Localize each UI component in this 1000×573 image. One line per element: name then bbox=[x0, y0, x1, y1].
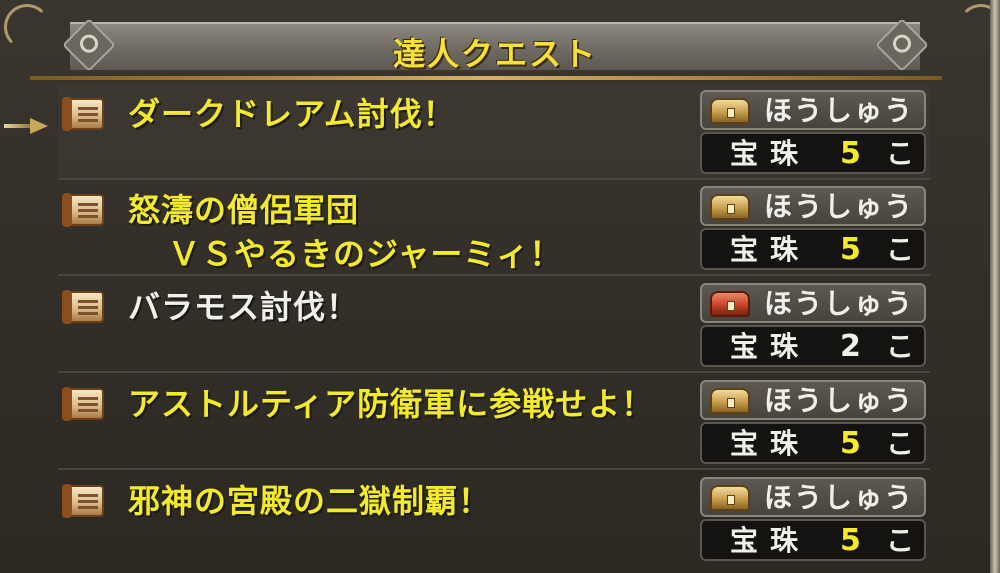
reward-item: 宝珠 bbox=[730, 330, 811, 363]
quest-scroll-icon bbox=[62, 193, 104, 227]
reward-unit: こ bbox=[886, 524, 915, 557]
reward-header: ほうしゅう bbox=[700, 186, 926, 226]
quest-title: バラモス討伐！ bbox=[128, 285, 688, 329]
red-treasure-chest-icon bbox=[710, 291, 750, 317]
reward-count: 5 bbox=[840, 523, 861, 558]
treasure-chest-icon bbox=[710, 485, 750, 511]
quest-scroll-icon bbox=[62, 290, 104, 324]
quest-title-line1: 怒濤の僧侶軍団 bbox=[128, 191, 360, 229]
reward-panel: ほうしゅう 宝珠 5 こ bbox=[700, 380, 926, 464]
treasure-chest-icon bbox=[710, 194, 750, 220]
reward-body: 宝珠 5 こ bbox=[700, 228, 926, 270]
reward-header: ほうしゅう bbox=[700, 90, 926, 130]
corner-ornament-left bbox=[4, 4, 50, 50]
reward-label: ほうしゅう bbox=[764, 94, 915, 127]
reward-panel: ほうしゅう 宝珠 2 こ bbox=[700, 283, 926, 367]
quest-row[interactable]: ダークドレアム討伐！ ほうしゅう 宝珠 5 こ bbox=[58, 84, 930, 180]
window-title: 達人クエスト bbox=[392, 35, 597, 73]
reward-unit: こ bbox=[886, 137, 915, 170]
quest-window: 達人クエスト ダークドレアム討伐！ ほうしゅう 宝珠 5 こ 怒濤の僧侶軍団 Ｖ… bbox=[0, 0, 1000, 573]
reward-panel: ほうしゅう 宝珠 5 こ bbox=[700, 90, 926, 174]
quest-title-line1: ダークドレアム討伐！ bbox=[128, 95, 456, 133]
reward-count: 5 bbox=[840, 426, 861, 461]
reward-count: 5 bbox=[840, 232, 861, 267]
reward-header: ほうしゅう bbox=[700, 380, 926, 420]
treasure-chest-icon bbox=[710, 388, 750, 414]
quest-title-line1: バラモス討伐！ bbox=[128, 288, 360, 326]
reward-item: 宝珠 bbox=[730, 524, 811, 557]
reward-body: 宝珠 5 こ bbox=[700, 132, 926, 174]
quest-title-line2: ＶＳやるきのジャーミィ！ bbox=[168, 235, 563, 273]
quest-title: 邪神の宮殿の二獄制覇！ bbox=[128, 479, 688, 523]
reward-item: 宝珠 bbox=[730, 137, 811, 170]
reward-count: 5 bbox=[840, 136, 861, 171]
reward-label: ほうしゅう bbox=[764, 481, 915, 514]
reward-header: ほうしゅう bbox=[700, 477, 926, 517]
quest-title: アストルティア防衛軍に参戦せよ！ bbox=[128, 382, 688, 426]
quest-row[interactable]: アストルティア防衛軍に参戦せよ！ ほうしゅう 宝珠 5 こ bbox=[58, 374, 930, 470]
reward-count: 2 bbox=[840, 329, 861, 364]
reward-body: 宝珠 5 こ bbox=[700, 422, 926, 464]
quest-scroll-icon bbox=[62, 97, 104, 131]
quest-row[interactable]: 怒濤の僧侶軍団 ＶＳやるきのジャーミィ！ ほうしゅう 宝珠 5 こ bbox=[58, 180, 930, 276]
reward-panel: ほうしゅう 宝珠 5 こ bbox=[700, 186, 926, 270]
reward-item: 宝珠 bbox=[730, 427, 811, 460]
reward-label: ほうしゅう bbox=[764, 190, 915, 223]
reward-label: ほうしゅう bbox=[764, 384, 915, 417]
reward-unit: こ bbox=[886, 427, 915, 460]
quest-list: ダークドレアム討伐！ ほうしゅう 宝珠 5 こ 怒濤の僧侶軍団 ＶＳやるきのジャ… bbox=[58, 84, 930, 570]
window-border-right bbox=[990, 0, 1000, 573]
reward-label: ほうしゅう bbox=[764, 287, 915, 320]
reward-body: 宝珠 5 こ bbox=[700, 519, 926, 561]
reward-body: 宝珠 2 こ bbox=[700, 325, 926, 367]
reward-panel: ほうしゅう 宝珠 5 こ bbox=[700, 477, 926, 561]
quest-title: ダークドレアム討伐！ bbox=[128, 92, 688, 136]
selection-cursor-icon bbox=[4, 118, 50, 134]
reward-header: ほうしゅう bbox=[700, 283, 926, 323]
quest-title-line1: アストルティア防衛軍に参戦せよ！ bbox=[128, 385, 655, 423]
title-divider bbox=[30, 76, 942, 80]
reward-unit: こ bbox=[886, 233, 915, 266]
reward-item: 宝珠 bbox=[730, 233, 811, 266]
quest-title: 怒濤の僧侶軍団 ＶＳやるきのジャーミィ！ bbox=[128, 188, 688, 276]
quest-title-line1: 邪神の宮殿の二獄制覇！ bbox=[128, 482, 492, 520]
treasure-chest-icon bbox=[710, 98, 750, 124]
title-bar: 達人クエスト bbox=[70, 22, 920, 73]
quest-scroll-icon bbox=[62, 387, 104, 421]
quest-row[interactable]: バラモス討伐！ ほうしゅう 宝珠 2 こ bbox=[58, 277, 930, 373]
reward-unit: こ bbox=[886, 330, 915, 363]
quest-row[interactable]: 邪神の宮殿の二獄制覇！ ほうしゅう 宝珠 5 こ bbox=[58, 471, 930, 567]
quest-scroll-icon bbox=[62, 484, 104, 518]
